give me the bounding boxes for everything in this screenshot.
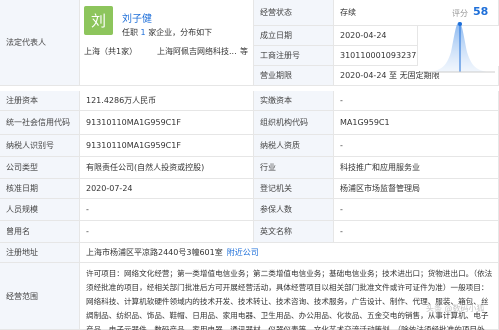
scope-label: 经营范围 <box>0 263 80 330</box>
nearby-companies-link[interactable]: 附近公司 <box>227 247 259 258</box>
taxpayer-qual-value: - <box>334 135 499 157</box>
legal-rep-count[interactable]: 1 <box>141 28 146 37</box>
address-cell: 上海市杨浦区平凉路2440号3幢601室 附近公司 <box>80 243 499 263</box>
company-type-label: 公司类型 <box>0 157 80 179</box>
org-code-label: 组织机构代码 <box>254 111 334 135</box>
watermark: 头条 @数码小狐 <box>426 304 485 313</box>
authority-value: 杨浦区市场监督管理局 <box>334 179 499 199</box>
legal-rep-region: 上海（共1家） <box>84 47 138 56</box>
est-date-value: 2020-04-24 <box>334 26 418 46</box>
company-info-table: 法定代表人 刘 刘子健 任职 1 家企业，分布如下 上海（共1家） 上海阿佩吉网… <box>0 0 499 330</box>
authority-label: 登记机关 <box>254 179 334 199</box>
reg-no-value: 310110001093237 <box>334 46 418 66</box>
score-distribution-icon <box>420 22 495 73</box>
reg-capital-label: 注册资本 <box>0 91 80 111</box>
english-name-value: - <box>334 221 499 243</box>
credit-code-label: 统一社会信用代码 <box>0 111 80 135</box>
legal-rep-company-link[interactable]: 上海阿佩吉网络科技... <box>157 46 237 57</box>
former-name-label: 曾用名 <box>0 221 80 243</box>
legal-rep-label: 法定代表人 <box>0 0 80 86</box>
status-label: 经营状态 <box>254 0 334 26</box>
industry-value: 科技推广和应用服务业 <box>334 157 499 179</box>
taxpayer-id-label: 纳税人识别号 <box>0 135 80 157</box>
taxpayer-id-value: 91310110MA1G959C1F <box>80 135 254 157</box>
reg-capital-value: 121.4286万人民币 <box>80 91 254 111</box>
paid-capital-label: 实缴资本 <box>254 91 334 111</box>
insured-value: - <box>334 199 499 221</box>
reg-no-label: 工商注册号 <box>254 46 334 66</box>
paid-capital-value: - <box>334 91 499 111</box>
staff-size-label: 人员规模 <box>0 199 80 221</box>
taxpayer-qual-label: 纳税人资质 <box>254 135 334 157</box>
approval-value: 2020-07-24 <box>80 179 254 199</box>
company-type-value: 有限责任公司(自然人投资或控股) <box>80 157 254 179</box>
former-name-value: - <box>80 221 254 243</box>
term-label: 营业期限 <box>254 66 334 86</box>
english-name-label: 英文名称 <box>254 221 334 243</box>
staff-size-value: - <box>80 199 254 221</box>
legal-rep-summary: 任职 1 家企业，分布如下 <box>122 28 213 37</box>
legal-rep-avatar: 刘 <box>84 6 113 35</box>
legal-rep-more[interactable]: 等 <box>240 46 248 57</box>
address-label: 注册地址 <box>0 243 80 263</box>
insured-label: 参保人数 <box>254 199 334 221</box>
credit-code-value: 91310110MA1G959C1F <box>80 111 254 135</box>
address-value: 上海市杨浦区平凉路2440号3幢601室 <box>86 248 223 257</box>
org-code-value: MA1G959C1 <box>334 111 499 135</box>
est-date-label: 成立日期 <box>254 26 334 46</box>
industry-label: 行业 <box>254 157 334 179</box>
scope-value: 许可项目：网络文化经营；第一类增值电信业务；第二类增值电信业务；基础电信业务；技… <box>86 269 493 330</box>
approval-label: 核准日期 <box>0 179 80 199</box>
score-widget[interactable]: 评分 58 <box>418 2 497 76</box>
legal-rep-name[interactable]: 刘子健 <box>122 10 152 25</box>
